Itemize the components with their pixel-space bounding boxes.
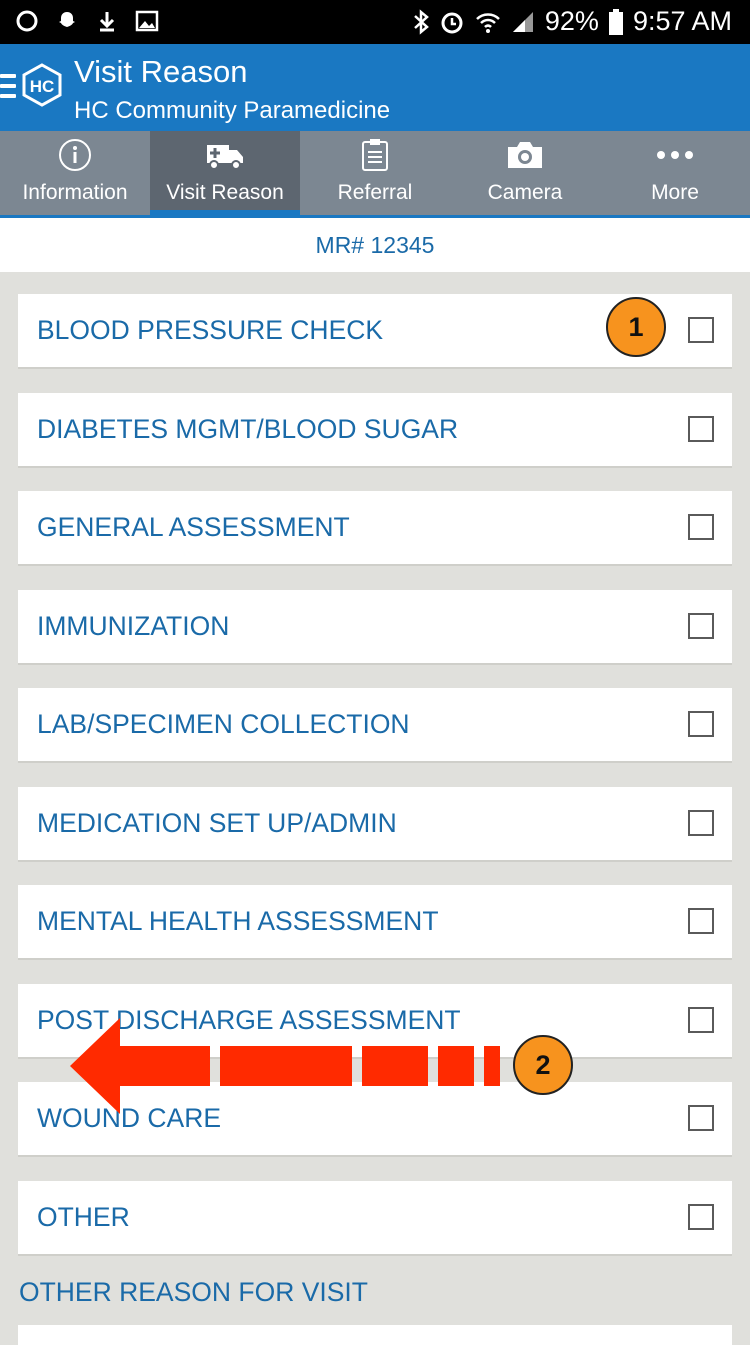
circle-icon: [14, 8, 40, 34]
checkbox[interactable]: [688, 415, 714, 442]
tab-label: Visit Reason: [166, 181, 284, 204]
other-reason-heading: OTHER REASON FOR VISIT: [19, 1277, 368, 1307]
list-item[interactable]: DIABETES MGMT/BLOOD SUGAR: [18, 392, 732, 466]
tab-more[interactable]: More: [600, 131, 750, 215]
tab-referral[interactable]: Referral: [300, 131, 450, 215]
bluetooth-icon: [413, 8, 429, 35]
hc-logo: HC: [20, 63, 64, 107]
list-item-label: DIABETES MGMT/BLOOD SUGAR: [37, 413, 459, 444]
wifi-icon: [475, 10, 501, 34]
clipboard-icon: [300, 137, 450, 173]
checkbox[interactable]: [688, 908, 714, 934]
checkbox[interactable]: [688, 1006, 714, 1033]
list-item-label: IMMUNIZATION: [37, 610, 230, 641]
info-icon: [0, 137, 150, 173]
list-item-label: MENTAL HEALTH ASSESSMENT: [37, 906, 439, 936]
battery-icon: [608, 8, 623, 35]
checkbox[interactable]: [688, 514, 714, 540]
list-item[interactable]: MENTAL HEALTH ASSESSMENT: [18, 885, 732, 958]
other-reason-input[interactable]: [18, 1325, 732, 1345]
list-item-label: GENERAL ASSESSMENT: [37, 512, 350, 542]
tab-camera[interactable]: Camera: [450, 131, 600, 215]
app-bar: HC Visit Reason HC Community Paramedicin…: [0, 44, 750, 131]
more-icon: [600, 137, 750, 173]
battery-percent: 92%: [544, 6, 599, 36]
tab-label: More: [651, 181, 699, 204]
signal-icon: [511, 10, 535, 34]
alarm-icon: [439, 9, 465, 35]
checkbox[interactable]: [688, 1105, 714, 1131]
tab-label: Information: [22, 181, 128, 204]
image-icon: [134, 8, 160, 34]
list-item[interactable]: OTHER: [18, 1180, 732, 1254]
hamburger-menu-icon[interactable]: [0, 74, 16, 102]
status-bar-left-icons: [14, 8, 160, 34]
checkbox[interactable]: [688, 711, 714, 737]
swipe-left-arrow-icon: [70, 1018, 500, 1114]
checkbox[interactable]: [688, 1203, 714, 1230]
tab-visit-reason[interactable]: Visit Reason: [150, 131, 300, 215]
download-icon: [94, 8, 120, 34]
snapchat-icon: [54, 8, 80, 34]
clock-time: 9:57 AM: [632, 6, 732, 36]
tab-label: Referral: [337, 181, 413, 204]
list-item-label: OTHER: [37, 1201, 130, 1232]
tab-information[interactable]: Information: [0, 131, 150, 215]
list-item[interactable]: LAB/SPECIMEN COLLECTION: [18, 688, 732, 761]
checkbox[interactable]: [688, 809, 714, 836]
page-title: Visit Reason: [74, 54, 248, 89]
annotation-badge-1: 1: [606, 297, 666, 357]
list-item-label: BLOOD PRESSURE CHECK: [37, 315, 384, 345]
tab-bar: Information Visit Reason Referral Camera…: [0, 131, 750, 218]
app-subtitle: HC Community Paramedicine: [74, 97, 391, 124]
ambulance-icon: [150, 137, 300, 173]
checkbox[interactable]: [688, 317, 714, 343]
list-item-label: LAB/SPECIMEN COLLECTION: [37, 709, 410, 739]
svg-text:HC: HC: [30, 77, 55, 96]
list-item[interactable]: MEDICATION SET UP/ADMIN: [18, 786, 732, 860]
status-bar-right: 92% 9:57 AM: [413, 6, 732, 37]
list-item-label: MEDICATION SET UP/ADMIN: [37, 807, 397, 838]
status-bar: 92% 9:57 AM: [0, 0, 750, 44]
medical-record-number: MR# 12345: [0, 218, 750, 272]
camera-icon: [450, 137, 600, 173]
list-item[interactable]: GENERAL ASSESSMENT: [18, 491, 732, 564]
annotation-badge-2: 2: [513, 1035, 573, 1095]
checkbox[interactable]: [688, 612, 714, 639]
tab-label: Camera: [487, 181, 563, 204]
list-item[interactable]: IMMUNIZATION: [18, 589, 732, 663]
